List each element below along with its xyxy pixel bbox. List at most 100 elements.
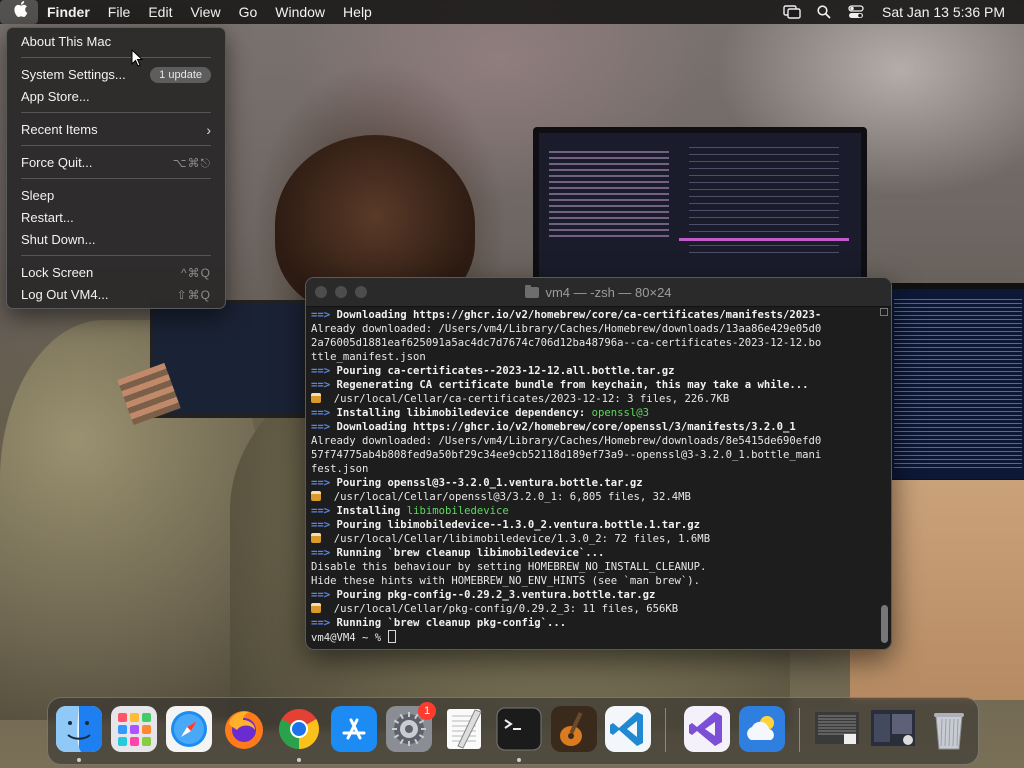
menu-item-lock-screen[interactable]: Lock Screen ^⌘Q bbox=[13, 262, 219, 284]
screen-mirroring-icon[interactable] bbox=[776, 5, 808, 19]
arrow-marker: ==> bbox=[311, 519, 337, 531]
close-window-button[interactable] bbox=[315, 286, 327, 298]
terminal-line: ==> Installing libimobiledevice bbox=[311, 504, 875, 518]
running-indicator bbox=[297, 758, 301, 762]
menu-bar: Finder File Edit View Go Window Help Sat… bbox=[0, 0, 1024, 24]
menu-item-force-quit[interactable]: Force Quit... ⌥⌘⎋ bbox=[13, 152, 219, 174]
beer-icon bbox=[311, 491, 321, 501]
safari-icon[interactable] bbox=[166, 706, 212, 752]
terminal-output[interactable]: ==> Downloading https://ghcr.io/v2/homeb… bbox=[311, 308, 875, 649]
launchpad-icon[interactable] bbox=[111, 706, 157, 752]
terminal-line: Hide these hints with HOMEBREW_NO_ENV_HI… bbox=[311, 574, 875, 588]
terminal-prompt: vm4@VM4 ~ % bbox=[311, 632, 388, 644]
terminal-line-bold-text: Pouring pkg-config--0.29.2_3.ventura.bot… bbox=[336, 589, 656, 601]
menu-item-log-out[interactable]: Log Out VM4... ⇧⌘Q bbox=[13, 284, 219, 306]
menu-item-system-settings-label: System Settings... bbox=[21, 67, 126, 82]
firefox-icon[interactable] bbox=[221, 706, 267, 752]
zoom-window-button[interactable] bbox=[355, 286, 367, 298]
menu-item-restart[interactable]: Restart... bbox=[13, 207, 219, 229]
finder-icon[interactable] bbox=[56, 706, 102, 752]
menu-view[interactable]: View bbox=[181, 0, 229, 24]
menu-app-name[interactable]: Finder bbox=[38, 0, 99, 24]
terminal-line: ==> Pouring openssl@3--3.2.0_1.ventura.b… bbox=[311, 476, 875, 490]
garageband-icon[interactable] bbox=[551, 706, 597, 752]
terminal-line: ==> Pouring pkg-config--0.29.2_3.ventura… bbox=[311, 588, 875, 602]
terminal-line-bold-text: Downloading https://ghcr.io/v2/homebrew/… bbox=[336, 309, 822, 321]
terminal-window[interactable]: vm4 — -zsh — 80×24 ==> Downloading https… bbox=[305, 277, 892, 650]
recent-window-1-icon[interactable] bbox=[814, 706, 860, 752]
terminal-line-bold-text: Pouring libimobiledevice--1.3.0_2.ventur… bbox=[336, 519, 701, 531]
terminal-line-bold-text: Pouring openssl@3--3.2.0_1.ventura.bottl… bbox=[336, 477, 643, 489]
scrollbar-thumb[interactable] bbox=[881, 605, 888, 643]
terminal-line-text: Hide these hints with HOMEBREW_NO_ENV_HI… bbox=[311, 575, 701, 587]
weather-icon[interactable] bbox=[739, 706, 785, 752]
menu-item-sleep[interactable]: Sleep bbox=[13, 185, 219, 207]
menu-item-about[interactable]: About This Mac bbox=[13, 31, 219, 53]
terminal-line-text: 57f74775ab4b808fed9a50bf29c34ee9cb52118d… bbox=[311, 449, 822, 461]
trash-icon[interactable] bbox=[926, 706, 972, 752]
menubar-clock[interactable]: Sat Jan 13 5:36 PM bbox=[872, 0, 1024, 24]
menu-item-about-label: About This Mac bbox=[21, 34, 112, 49]
app-store-icon[interactable] bbox=[331, 706, 377, 752]
running-indicator bbox=[517, 758, 521, 762]
menu-edit[interactable]: Edit bbox=[139, 0, 181, 24]
arrow-marker: ==> bbox=[311, 309, 337, 321]
system-settings-icon[interactable]: 1 bbox=[386, 702, 436, 752]
arrow-marker: ==> bbox=[311, 407, 337, 419]
terminal-line: ==> Pouring libimobiledevice--1.3.0_2.ve… bbox=[311, 518, 875, 532]
terminal-line: /usr/local/Cellar/openssl@3/3.2.0_1: 6,8… bbox=[311, 490, 875, 504]
terminal-line-text: /usr/local/Cellar/openssl@3/3.2.0_1: 6,8… bbox=[333, 491, 691, 503]
vscode-icon[interactable] bbox=[605, 706, 651, 752]
menu-help[interactable]: Help bbox=[334, 0, 381, 24]
terminal-prompt-line[interactable]: vm4@VM4 ~ % bbox=[311, 630, 875, 644]
terminal-line: /usr/local/Cellar/ca-certificates/2023-1… bbox=[311, 392, 875, 406]
menu-item-force-quit-label: Force Quit... bbox=[21, 155, 93, 170]
dock-separator bbox=[665, 708, 666, 752]
textedit-icon[interactable] bbox=[441, 706, 487, 752]
terminal-line: ==> Installing libimobiledevice dependen… bbox=[311, 406, 875, 420]
apple-menu-icon[interactable] bbox=[0, 0, 38, 24]
menu-item-system-settings[interactable]: System Settings... 1 update bbox=[13, 64, 219, 86]
terminal-scrollbar[interactable] bbox=[879, 308, 889, 645]
terminal-line-text: /usr/local/Cellar/libimobiledevice/1.3.0… bbox=[333, 533, 711, 545]
recent-window-2-icon[interactable] bbox=[870, 706, 916, 752]
arrow-marker: ==> bbox=[311, 589, 337, 601]
menu-item-app-store[interactable]: App Store... bbox=[13, 86, 219, 108]
visual-studio-icon[interactable] bbox=[684, 706, 730, 752]
menu-window[interactable]: Window bbox=[266, 0, 334, 24]
terminal-line-bold-text: Running `brew cleanup libimobiledevice`.… bbox=[336, 547, 605, 559]
terminal-icon[interactable] bbox=[496, 706, 542, 752]
terminal-title-bar[interactable]: vm4 — -zsh — 80×24 bbox=[306, 278, 891, 307]
terminal-line-text: ttle_manifest.json bbox=[311, 351, 426, 363]
terminal-line-bold-text: Pouring ca-certificates--2023-12-12.all.… bbox=[336, 365, 675, 377]
terminal-line-text: Already downloaded: /Users/vm4/Library/C… bbox=[311, 323, 822, 335]
terminal-line: 2a76005d1881eaf625091a5ac4dc7d7674c706d1… bbox=[311, 336, 875, 350]
running-indicator bbox=[77, 758, 81, 762]
terminal-line: Already downloaded: /Users/vm4/Library/C… bbox=[311, 434, 875, 448]
terminal-line-bold-text: Installing libimobiledevice dependency: bbox=[336, 407, 592, 419]
menu-item-recent-items-label: Recent Items bbox=[21, 122, 98, 137]
spotlight-icon[interactable] bbox=[808, 5, 840, 19]
menu-go[interactable]: Go bbox=[230, 0, 267, 24]
minimize-window-button[interactable] bbox=[335, 286, 347, 298]
arrow-marker: ==> bbox=[311, 617, 337, 629]
mouse-cursor-icon bbox=[131, 49, 143, 67]
menu-separator bbox=[21, 145, 211, 146]
wallpaper-monitor bbox=[533, 127, 867, 289]
menu-separator bbox=[21, 255, 211, 256]
chrome-icon[interactable] bbox=[276, 706, 322, 752]
beer-icon bbox=[311, 603, 321, 613]
terminal-line: Already downloaded: /Users/vm4/Library/C… bbox=[311, 322, 875, 336]
terminal-line-bold-text: Downloading https://ghcr.io/v2/homebrew/… bbox=[336, 421, 796, 433]
menu-file[interactable]: File bbox=[99, 0, 140, 24]
menu-item-recent-items[interactable]: Recent Items › bbox=[13, 119, 219, 141]
terminal-line-bold-text: Running `brew cleanup pkg-config`... bbox=[336, 617, 567, 629]
terminal-line: fest.json bbox=[311, 462, 875, 476]
folder-icon bbox=[525, 284, 540, 298]
terminal-line-bold-text: Regenerating CA certificate bundle from … bbox=[336, 379, 809, 391]
menu-item-shut-down[interactable]: Shut Down... bbox=[13, 229, 219, 251]
beer-icon bbox=[311, 533, 321, 543]
terminal-line-bold-text: Installing bbox=[336, 505, 407, 517]
arrow-marker: ==> bbox=[311, 365, 337, 377]
control-center-icon[interactable] bbox=[840, 5, 872, 19]
